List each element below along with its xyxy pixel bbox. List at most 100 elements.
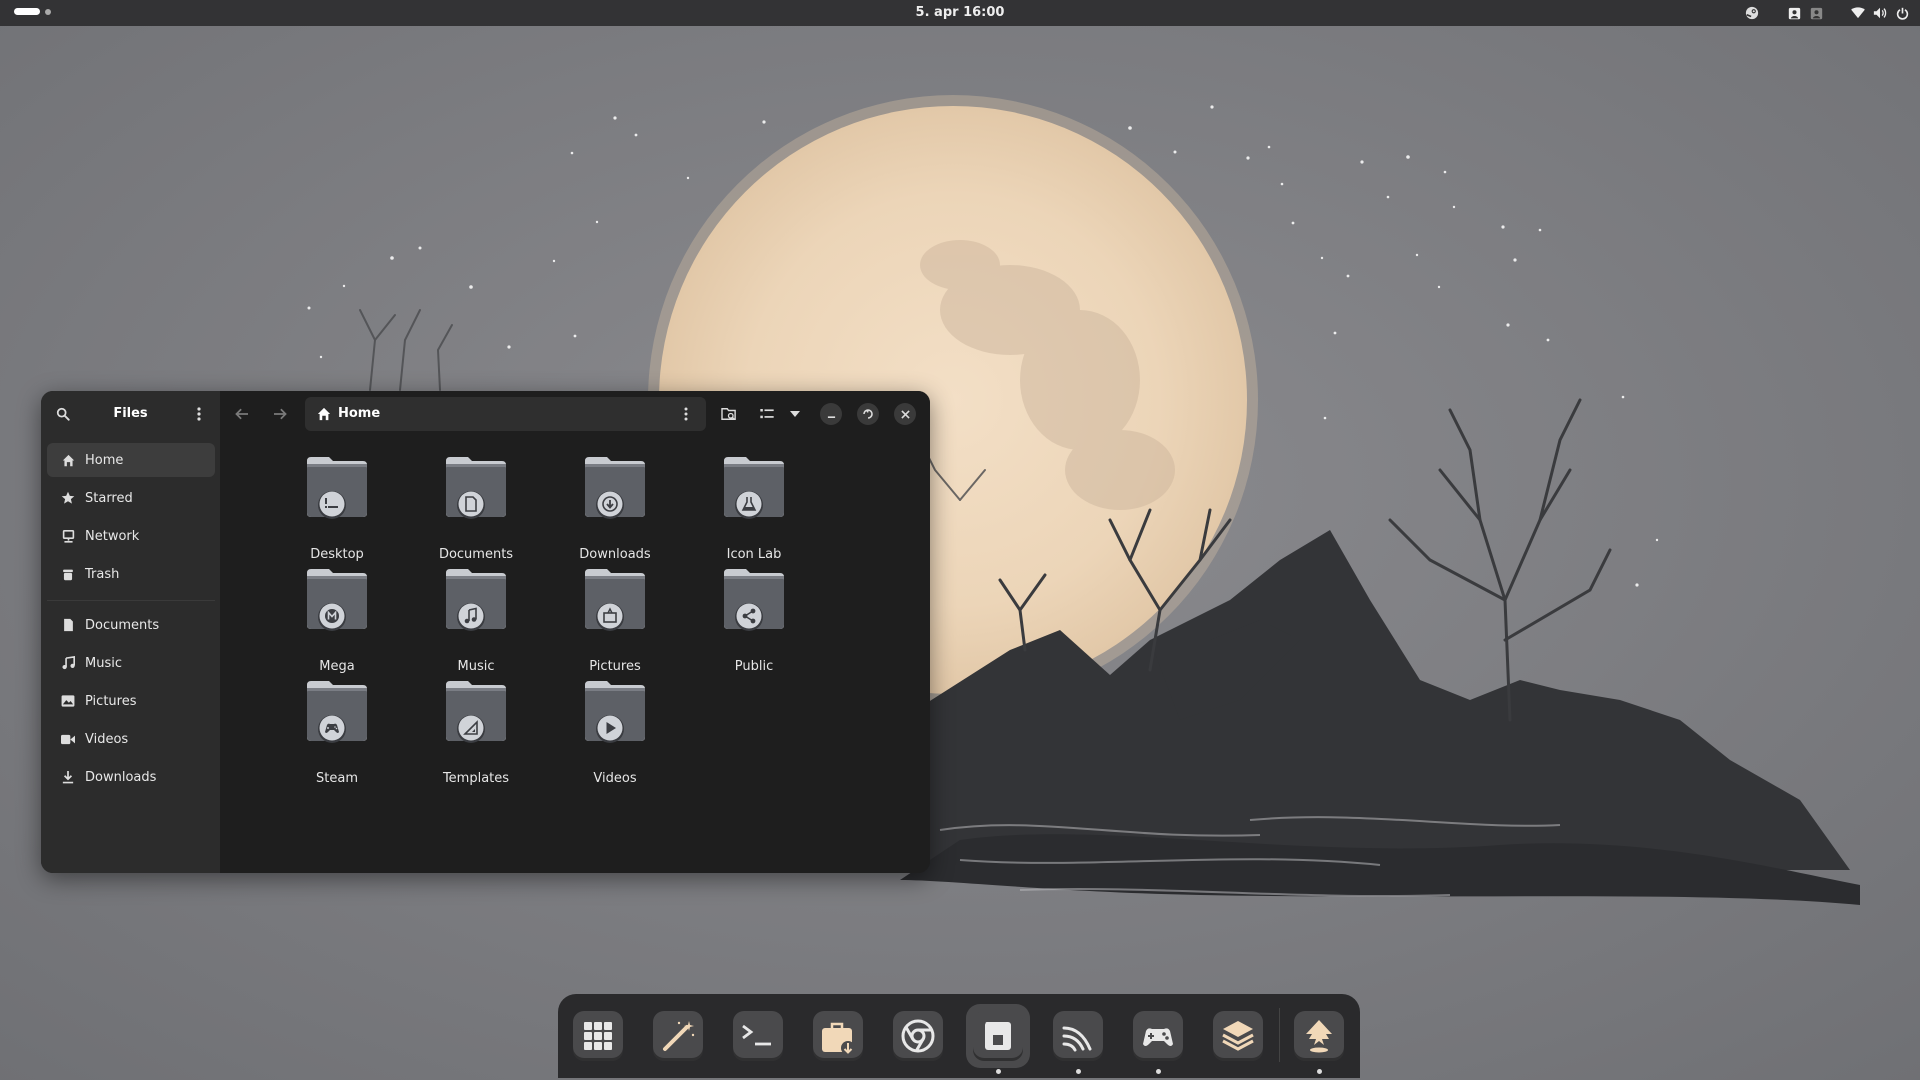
power-icon[interactable] <box>1894 5 1910 21</box>
dock-tile <box>1133 1011 1183 1061</box>
back-button[interactable] <box>230 402 254 426</box>
folder-label: Mega <box>319 659 355 674</box>
sidebar-item-downloads[interactable]: Downloads <box>47 760 215 794</box>
kebab-menu-icon <box>684 407 688 421</box>
user-avatar-dim-icon[interactable] <box>1808 5 1824 21</box>
dock-item-app-grid[interactable] <box>566 1004 630 1068</box>
files-icon <box>985 1022 1011 1050</box>
sidebar-item-label: Network <box>85 528 140 544</box>
dock-item-software-store[interactable] <box>806 1004 870 1068</box>
main-menu-button[interactable] <box>187 402 211 426</box>
star-icon <box>61 491 75 505</box>
dock-tile <box>813 1011 863 1061</box>
dock-item-inkscape[interactable] <box>1287 1004 1351 1074</box>
chrome-icon <box>901 1019 935 1053</box>
folder-label: Documents <box>438 547 514 562</box>
sidebar-item-label: Trash <box>85 566 120 582</box>
app-grid-icon <box>584 1022 612 1050</box>
running-indicator <box>1076 1069 1081 1074</box>
list-view-icon <box>760 409 774 419</box>
dock-tile <box>1294 1011 1344 1061</box>
folder-downloads[interactable]: Downloads <box>545 451 685 571</box>
folder-search-icon <box>721 408 736 420</box>
running-indicator <box>1156 1069 1161 1074</box>
view-toggle-button[interactable] <box>755 402 779 426</box>
sidebar-header: Files <box>41 391 220 437</box>
dock-item-files[interactable] <box>966 1004 1030 1074</box>
folder-label: Downloads <box>579 547 651 562</box>
folder-icon <box>446 457 506 519</box>
videos-icon <box>61 732 75 746</box>
dock-tile <box>573 1011 623 1061</box>
system-tray <box>1744 0 1910 26</box>
sidebar-item-label: Home <box>85 452 124 468</box>
dock-tile <box>733 1011 783 1061</box>
sidebar-item-music[interactable]: Music <box>47 646 215 680</box>
folder-icon-lab[interactable]: Icon Lab <box>684 451 824 571</box>
software-store-icon <box>822 1022 855 1055</box>
rss-feed-icon <box>1062 1026 1092 1052</box>
running-indicator <box>1317 1069 1322 1074</box>
maximize-button[interactable] <box>857 403 879 425</box>
sidebar-item-label: Documents <box>85 617 160 633</box>
folder-templates[interactable]: Templates <box>406 675 546 795</box>
wifi-icon[interactable] <box>1850 5 1866 21</box>
sidebar-item-starred[interactable]: Starred <box>47 481 215 515</box>
search-location-button[interactable] <box>717 402 741 426</box>
close-icon <box>900 409 910 419</box>
sidebar-item-label: Music <box>85 655 122 671</box>
folder-label: Pictures <box>589 659 641 674</box>
dock-item-gamepad[interactable] <box>1126 1004 1190 1074</box>
dock-separator <box>1279 1008 1280 1062</box>
folder-desktop[interactable]: Desktop <box>267 451 407 571</box>
pictures-icon <box>61 694 75 708</box>
folder-music[interactable]: Music <box>406 563 546 683</box>
view-options-button[interactable] <box>783 402 807 426</box>
folder-label: Templates <box>442 771 510 786</box>
sidebar-item-label: Downloads <box>85 769 157 785</box>
steam-icon[interactable] <box>1744 5 1760 21</box>
sidebar: Files Home Starred Network Trash Documen… <box>41 391 220 873</box>
files-window: Files Home Starred Network Trash Documen… <box>41 391 930 873</box>
folder-icon <box>307 569 367 631</box>
sidebar-item-label: Videos <box>85 731 129 747</box>
close-button[interactable] <box>894 403 916 425</box>
folder-videos[interactable]: Videos <box>545 675 685 795</box>
folder-steam[interactable]: Steam <box>267 675 407 795</box>
forward-button[interactable] <box>268 402 292 426</box>
user-avatar-icon[interactable] <box>1786 5 1802 21</box>
sidebar-divider <box>47 600 215 601</box>
layers-icon <box>1222 1021 1254 1051</box>
maximize-icon <box>863 409 873 419</box>
music-icon <box>61 656 75 670</box>
dock-item-terminal[interactable] <box>726 1004 790 1068</box>
folder-icon <box>446 569 506 631</box>
folder-documents[interactable]: Documents <box>406 451 546 571</box>
folder-pictures[interactable]: Pictures <box>545 563 685 683</box>
running-indicator <box>996 1069 1001 1074</box>
dock-item-chrome[interactable] <box>886 1004 950 1068</box>
folder-icon <box>585 457 645 519</box>
sidebar-item-pictures[interactable]: Pictures <box>47 684 215 718</box>
folder-icon <box>585 569 645 631</box>
mega-icon <box>325 609 339 623</box>
folder-label: Music <box>457 659 495 674</box>
sidebar-item-videos[interactable]: Videos <box>47 722 215 756</box>
folder-mega[interactable]: Mega <box>267 563 407 683</box>
location-menu-button[interactable] <box>674 402 698 426</box>
sidebar-item-trash[interactable]: Trash <box>47 557 215 591</box>
minimize-button[interactable] <box>820 403 842 425</box>
sidebar-item-network[interactable]: Network <box>47 519 215 553</box>
dock-item-layers[interactable] <box>1206 1004 1270 1068</box>
volume-icon[interactable] <box>1872 5 1888 21</box>
sidebar-item-home[interactable]: Home <box>47 443 215 477</box>
current-location[interactable]: Home <box>338 397 380 431</box>
top-panel: 5. apr 16:00 <box>0 0 1920 26</box>
path-bar[interactable]: Home <box>305 397 706 431</box>
clock[interactable]: 5. apr 16:00 <box>0 0 1920 26</box>
dock-tile <box>973 1011 1023 1061</box>
dock-item-rss-feed[interactable] <box>1046 1004 1110 1074</box>
sidebar-item-documents[interactable]: Documents <box>47 608 215 642</box>
folder-public[interactable]: Public <box>684 563 824 683</box>
dock-item-magic-wand[interactable] <box>646 1004 710 1068</box>
